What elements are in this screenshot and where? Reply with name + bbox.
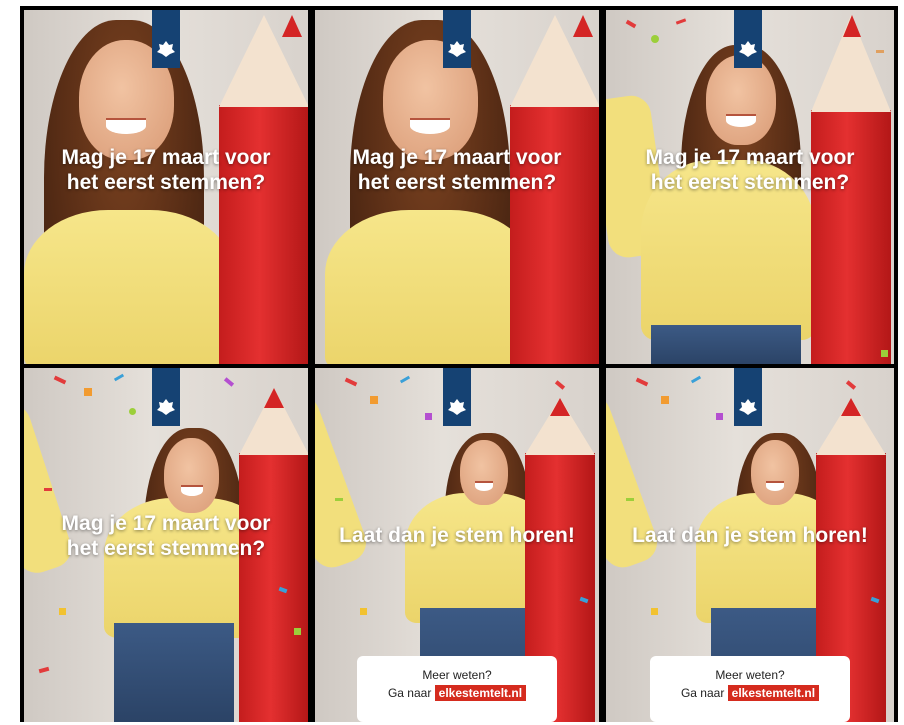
banner-5: Laat dan je stem horen! Meer weten? Ga n… <box>315 368 599 722</box>
cta-url-link[interactable]: elkestemtelt.nl <box>434 685 527 701</box>
cta-line: Ga naar elkestemtelt.nl <box>650 685 850 701</box>
banner-4: Mag je 17 maart voor het eerst stemmen? <box>24 368 308 722</box>
cta-box[interactable]: Meer weten? Ga naar elkestemtelt.nl <box>650 656 850 722</box>
banner-6: Laat dan je stem horen! Meer weten? Ga n… <box>606 368 894 722</box>
headline: Mag je 17 maart voor het eerst stemmen? <box>61 512 271 560</box>
banner-1: Mag je 17 maart voor het eerst stemmen? <box>24 10 308 364</box>
cta-box[interactable]: Meer weten? Ga naar elkestemtelt.nl <box>357 656 557 722</box>
crest-icon <box>739 41 757 57</box>
headline: Mag je 17 maart voor het eerst stemmen? <box>645 146 855 194</box>
cta-line: Ga naar elkestemtelt.nl <box>357 685 557 701</box>
crest-icon <box>448 399 466 415</box>
crest-icon <box>448 41 466 57</box>
rijksoverheid-logo <box>443 368 471 426</box>
rijksoverheid-logo <box>443 10 471 68</box>
headline: Laat dan je stem horen! <box>632 524 868 547</box>
headline: Laat dan je stem horen! <box>339 524 575 547</box>
banner-3: Mag je 17 maart voor het eerst stemmen? <box>606 10 894 364</box>
crest-icon <box>157 41 175 57</box>
rijksoverheid-logo <box>734 368 762 426</box>
rijksoverheid-logo <box>734 10 762 68</box>
crest-icon <box>157 399 175 415</box>
banner-grid: Mag je 17 maart voor het eerst stemmen? M… <box>20 6 898 722</box>
crest-icon <box>739 399 757 415</box>
rijksoverheid-logo <box>152 10 180 68</box>
rijksoverheid-logo <box>152 368 180 426</box>
headline: Mag je 17 maart voor het eerst stemmen? <box>61 146 271 194</box>
headline: Mag je 17 maart voor het eerst stemmen? <box>352 146 562 194</box>
banner-2: Mag je 17 maart voor het eerst stemmen? <box>315 10 599 364</box>
cta-url-link[interactable]: elkestemtelt.nl <box>727 685 820 701</box>
cta-question: Meer weten? <box>715 668 785 682</box>
cta-question: Meer weten? <box>422 668 492 682</box>
